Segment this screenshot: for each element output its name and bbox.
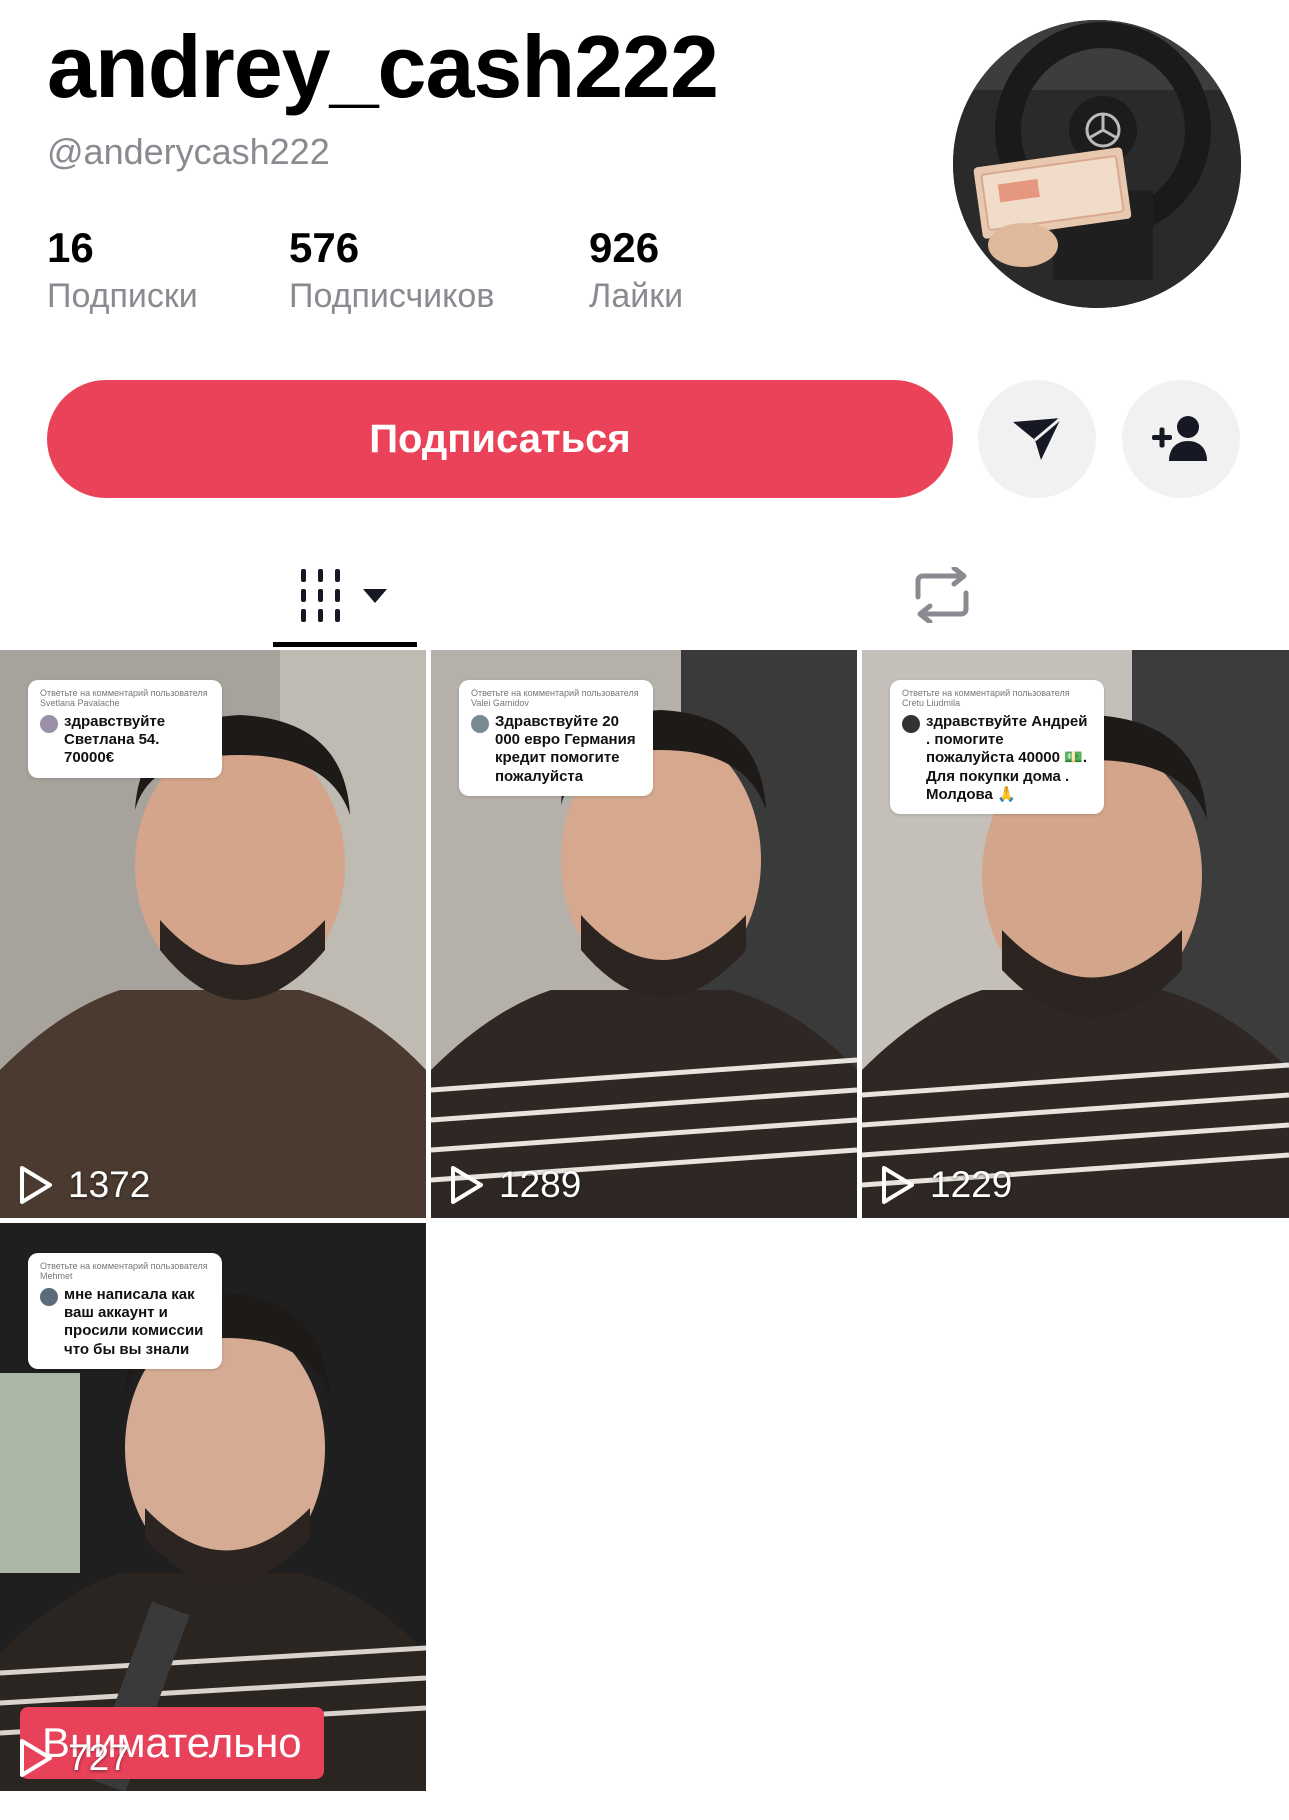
chevron-down-icon (363, 589, 387, 603)
play-icon (451, 1166, 483, 1204)
repost-icon (915, 567, 969, 623)
stat-following-label: Подписки (47, 277, 198, 316)
add-user-icon (1152, 416, 1207, 461)
avatar[interactable] (953, 20, 1241, 308)
grid-icon (301, 569, 387, 622)
comment-text: здравствуйте Светлана 54. 70000€ (64, 712, 166, 767)
stat-followers-label: Подписчиков (289, 277, 495, 316)
comment-text: здравствуйте Андрей . помогите пожалуйст… (926, 712, 1088, 803)
reply-to-label: Ответьте на комментарий пользователя Sve… (40, 688, 208, 709)
comment-reply-bubble: Ответьте на комментарий пользователя Sve… (28, 680, 222, 778)
profile-username: andrey_cash222 (47, 17, 719, 116)
commenter-avatar (40, 714, 58, 733)
play-icon (882, 1166, 914, 1204)
view-count: 727 (18, 1737, 130, 1779)
video-tile[interactable]: Ответьте на комментарий пользователя Sve… (0, 650, 426, 1218)
avatar-image (953, 20, 1241, 308)
stat-following-count: 16 (47, 224, 94, 271)
view-count-value: 727 (68, 1737, 130, 1778)
comment-reply-bubble: Ответьте на комментарий пользователя Meh… (28, 1253, 222, 1369)
video-tile[interactable]: Ответьте на комментарий пользователя Meh… (0, 1223, 426, 1791)
comment-reply-bubble: Ответьте на комментарий пользователя Val… (459, 680, 653, 796)
comment-reply-bubble: Ответьте на комментарий пользователя Cre… (890, 680, 1104, 815)
tab-videos[interactable] (273, 545, 417, 645)
profile-tabs (0, 545, 1289, 650)
stat-following[interactable]: 16 Подписки (47, 224, 289, 317)
view-count: 1372 (18, 1164, 150, 1206)
commenter-avatar (471, 714, 489, 733)
follow-button[interactable]: Подписаться (47, 380, 953, 498)
commenter-avatar (902, 714, 920, 733)
tab-reposts[interactable] (880, 545, 1004, 645)
message-button[interactable] (978, 380, 1096, 498)
play-icon (20, 1166, 52, 1204)
stat-followers[interactable]: 576 Подписчиков (289, 224, 589, 317)
profile-handle: @anderycash222 (47, 131, 330, 172)
reply-to-label: Ответьте на комментарий пользователя Meh… (40, 1261, 208, 1282)
comment-text: мне написала как ваш аккаунт и просили к… (64, 1285, 204, 1358)
stat-followers-count: 576 (289, 224, 360, 271)
view-count-value: 1289 (499, 1164, 582, 1205)
view-count-value: 1372 (68, 1164, 151, 1205)
view-count: 1289 (449, 1164, 581, 1206)
comment-text: Здравствуйте 20 000 евро Германия кредит… (495, 712, 636, 785)
video-tile[interactable]: Ответьте на комментарий пользователя Val… (431, 650, 857, 1218)
stat-likes-label: Лайки (589, 277, 684, 316)
reply-to-label: Ответьте на комментарий пользователя Val… (471, 688, 639, 709)
add-friend-button[interactable] (1122, 380, 1240, 498)
view-count-value: 1229 (930, 1164, 1013, 1205)
send-icon (1013, 416, 1062, 460)
view-count: 1229 (880, 1164, 1012, 1206)
stat-likes[interactable]: 926 Лайки (589, 224, 683, 317)
reply-to-label: Ответьте на комментарий пользователя Cre… (902, 688, 1070, 709)
active-tab-indicator (273, 642, 417, 647)
commenter-avatar (40, 1287, 58, 1306)
profile-stats: 16 Подписки 576 Подписчиков 926 Лайки (47, 224, 683, 317)
stat-likes-count: 926 (589, 224, 660, 271)
play-icon (20, 1739, 52, 1777)
video-tile[interactable]: Ответьте на комментарий пользователя Cre… (862, 650, 1289, 1218)
